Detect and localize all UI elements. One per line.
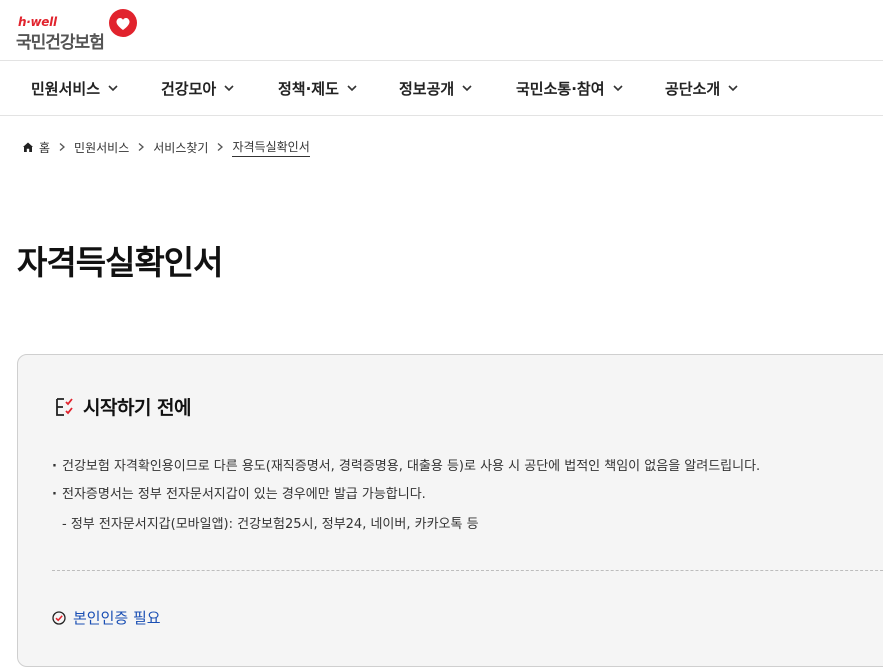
check-circle-icon [52,610,66,625]
auth-required-label: 본인인증 필요 [73,609,161,627]
breadcrumb-current: 자격득실확인서 [232,138,310,157]
gnb-item-label: 정보공개 [399,79,455,98]
chevron-down-icon [224,85,234,92]
home-icon [23,142,33,152]
chevron-down-icon [728,85,738,92]
notice-item: 건강보험 자격확인용이므로 다른 용도(재직증명서, 경력증명용, 대출용 등)… [52,457,760,485]
global-nav: 민원서비스 건강모아 정책·제도 정보공개 국민소통·참여 공단소개 [0,60,883,116]
breadcrumb-civil-service[interactable]: 민원서비스 [74,139,129,156]
chevron-down-icon [108,85,118,92]
notice-list: 건강보험 자격확인용이므로 다른 용도(재직증명서, 경력증명용, 대출용 등)… [52,457,760,513]
breadcrumb: 홈 민원서비스 서비스찾기 자격득실확인서 [22,137,310,157]
before-start-box: 시작하기 전에 건강보험 자격확인용이므로 다른 용도(재직증명서, 경력증명용… [17,354,883,667]
gnb-item-label: 건강모아 [161,79,217,98]
notice-title: 시작하기 전에 [83,397,192,419]
site-logo[interactable]: h·well 국민건강보험 [16,8,146,53]
chevron-right-icon [218,143,224,151]
chevron-down-icon [347,85,357,92]
notice-item: 전자증명서는 정부 전자문서지갑이 있는 경우에만 발급 가능합니다. [52,485,760,513]
gnb-item-policy[interactable]: 정책·제도 [278,61,358,115]
checklist-icon [56,397,73,416]
gnb-item-label: 공단소개 [665,79,721,98]
gnb-item-civil-service[interactable]: 민원서비스 [31,61,119,115]
page-title: 자격득실확인서 [17,243,224,282]
auth-required: 본인인증 필요 [52,607,161,628]
chevron-down-icon [612,85,623,92]
dashed-divider [52,570,883,571]
logo-brand-en: h·well [18,15,57,29]
gnb-item-disclosure[interactable]: 정보공개 [399,61,473,115]
gnb-item-label: 정책·제도 [278,79,339,98]
gnb-item-health-moa[interactable]: 건강모아 [161,61,235,115]
chevron-right-icon [59,143,66,151]
gnb-item-participation[interactable]: 국민소통·참여 [516,61,624,115]
gnb-item-about[interactable]: 공단소개 [665,61,739,115]
notice-heading: 시작하기 전에 [53,393,192,420]
breadcrumb-find-service[interactable]: 서비스찾기 [153,139,208,156]
logo-brand-ko: 국민건강보험 [16,33,105,53]
notice-sub-item: - 정부 전자문서지갑(모바일앱): 건강보험25시, 정부24, 네이버, 카… [62,517,479,532]
breadcrumb-home[interactable]: 홈 [39,139,50,156]
gnb-item-label: 민원서비스 [31,79,101,98]
chevron-right-icon [138,143,145,151]
gnb-item-label: 국민소통·참여 [516,79,605,98]
heart-logo-icon [109,9,137,37]
chevron-down-icon [462,85,472,92]
